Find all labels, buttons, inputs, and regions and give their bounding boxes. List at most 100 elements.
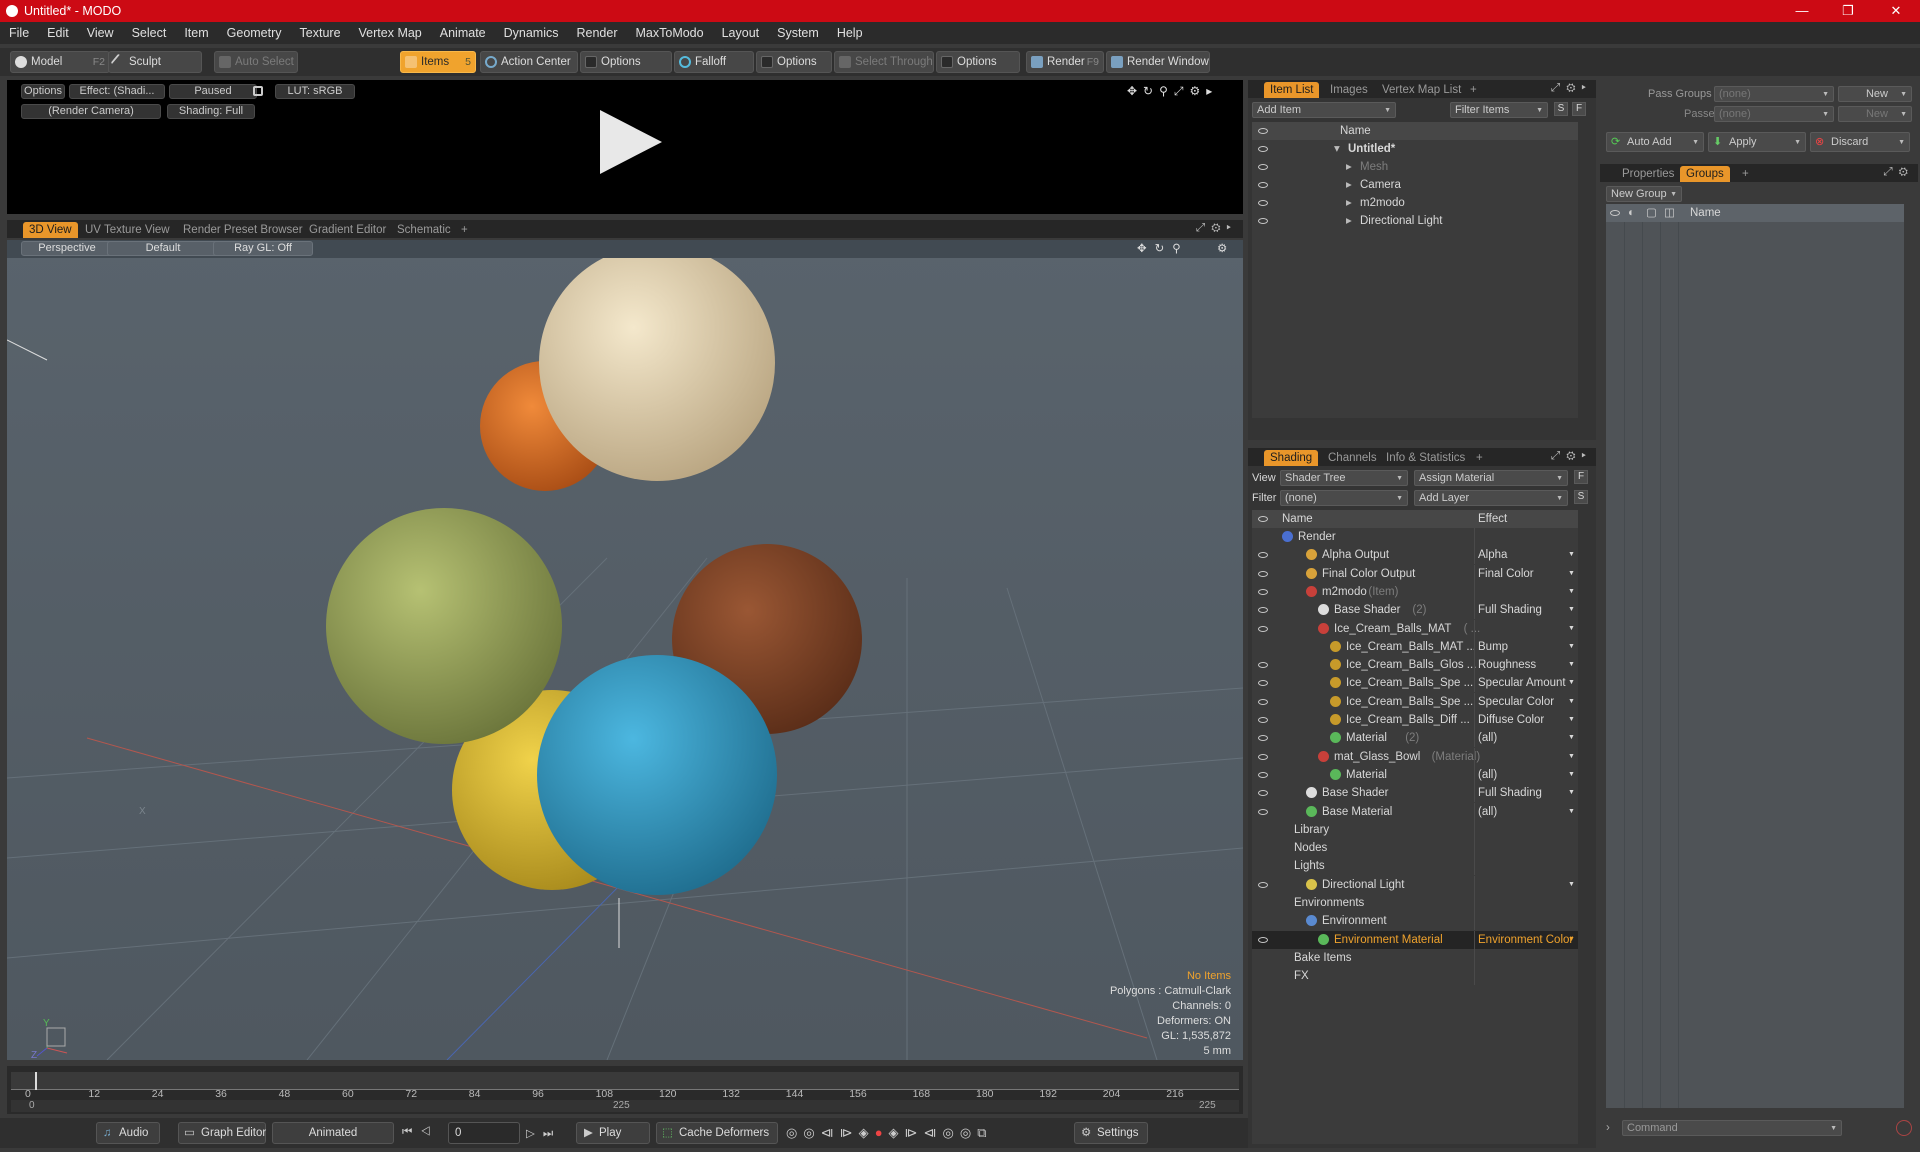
shading-s-button[interactable]: S <box>1574 490 1588 504</box>
close-button[interactable]: ✕ <box>1874 0 1918 22</box>
visibility-eye-icon[interactable] <box>1258 662 1268 669</box>
shader-tree-row[interactable]: Ice_Cream_Balls_Spe ... Specular Color ▼ <box>1252 692 1578 711</box>
tab-properties[interactable]: Properties <box>1616 166 1680 182</box>
shader-tree-row[interactable]: Material (all) ▼ <box>1252 765 1578 784</box>
play-button[interactable]: ▶ Play <box>576 1122 650 1144</box>
shader-effect-value[interactable]: (all) <box>1478 803 1497 821</box>
tab-schematic[interactable]: Schematic <box>391 222 457 238</box>
command-history-icon[interactable] <box>1896 1120 1912 1136</box>
effect-dropdown-arrow-icon[interactable]: ▼ <box>1568 638 1575 656</box>
items-mode-button[interactable]: Items 5 <box>400 51 476 73</box>
shader-tree-row[interactable]: Environment <box>1252 912 1578 931</box>
shader-effect-value[interactable]: Bump <box>1478 638 1508 656</box>
tab-render-preset-browser[interactable]: Render Preset Browser <box>177 222 309 238</box>
shader-effect-value[interactable]: Alpha <box>1478 546 1507 564</box>
viewport-panel-icons[interactable]: ⤢⚙▸ <box>1196 222 1237 235</box>
visibility-eye-icon[interactable] <box>1258 607 1268 614</box>
play-icon[interactable] <box>600 110 662 174</box>
lut-dropdown[interactable]: LUT: sRGB <box>275 84 355 99</box>
visibility-eye-icon[interactable] <box>1258 717 1268 723</box>
default-dropdown[interactable]: Default <box>107 241 219 256</box>
menu-layout[interactable]: Layout <box>713 26 769 40</box>
shader-tree-row[interactable]: Base Shader Full Shading ▼ <box>1252 784 1578 803</box>
action-center-button[interactable]: Action Center <box>480 51 578 73</box>
apply-button[interactable]: ⬇ Apply <box>1708 132 1806 152</box>
render-camera-dropdown[interactable]: (Render Camera) <box>21 104 161 119</box>
effect-dropdown-arrow-icon[interactable]: ▼ <box>1568 674 1575 692</box>
effect-dropdown-arrow-icon[interactable]: ▼ <box>1568 656 1575 674</box>
tab-info-statistics[interactable]: Info & Statistics <box>1380 450 1471 466</box>
minimize-button[interactable]: — <box>1780 0 1824 22</box>
item-list-row[interactable]: ▸ Directional Light <box>1252 212 1578 230</box>
lock-icon[interactable] <box>253 86 263 96</box>
effect-dropdown-arrow-icon[interactable]: ▼ <box>1568 565 1575 583</box>
key-controls-icons[interactable]: ◎◎⧏⧐◈●◈⧐⧏◎◎⧉ <box>786 1125 993 1141</box>
effect-dropdown-arrow-icon[interactable]: ▼ <box>1568 803 1575 821</box>
viewport-settings-icon[interactable]: ⚙ <box>1217 241 1227 255</box>
effect-dropdown-arrow-icon[interactable]: ▼ <box>1568 876 1575 894</box>
tab-item-list[interactable]: Item List <box>1264 82 1320 98</box>
shader-effect-value[interactable]: Full Shading <box>1478 784 1542 802</box>
visibility-eye-icon[interactable] <box>1258 808 1268 815</box>
menu-system[interactable]: System <box>768 26 828 40</box>
shader-effect-value[interactable]: Full Shading <box>1478 601 1542 619</box>
visibility-eye-icon[interactable] <box>1258 680 1268 687</box>
menu-render[interactable]: Render <box>568 26 627 40</box>
assign-material-button[interactable]: Assign Material <box>1414 470 1568 486</box>
tab-shading[interactable]: Shading <box>1264 450 1319 466</box>
visibility-eye-icon[interactable] <box>1258 625 1268 632</box>
options-button-3[interactable]: Options <box>936 51 1020 73</box>
menu-select[interactable]: Select <box>123 26 176 40</box>
visibility-eye-icon[interactable] <box>1258 753 1268 760</box>
transport-next-icons[interactable]: ▷⏭ <box>526 1126 561 1141</box>
item-list-row[interactable]: ▸ Mesh <box>1252 158 1578 176</box>
visibility-eye-icon[interactable] <box>1258 771 1268 778</box>
timeline[interactable]: 0 12 24 36 48 60 72 84 96 108 120 132 144 156 168 180 19… <box>7 1066 1243 1114</box>
shader-tree-row[interactable]: Base Material (all) ▼ <box>1252 802 1578 821</box>
item-list-row[interactable]: ▾ Untitled* <box>1252 140 1578 158</box>
item-list-row[interactable]: ▸ m2modo <box>1252 194 1578 212</box>
menu-dynamics[interactable]: Dynamics <box>495 26 568 40</box>
menu-item[interactable]: Item <box>175 26 217 40</box>
view-dropdown[interactable]: Shader Tree <box>1280 470 1408 486</box>
discard-button[interactable]: ⊗ Discard <box>1810 132 1910 152</box>
visibility-eye-icon[interactable] <box>1258 182 1268 188</box>
pass-groups-dropdown[interactable]: (none) <box>1714 86 1834 102</box>
add-item-dropdown[interactable]: Add Item <box>1252 102 1396 118</box>
preview-nav-icons[interactable]: ✥↻⚲⤢⚙▸ <box>1127 84 1218 99</box>
animated-dropdown[interactable]: Animated <box>272 1122 394 1144</box>
select-through-button[interactable]: Select Through <box>834 51 934 73</box>
effect-dropdown-arrow-icon[interactable]: ▼ <box>1568 931 1575 949</box>
shader-effect-value[interactable]: Final Color <box>1478 565 1534 583</box>
maximize-button[interactable]: ❐ <box>1826 0 1870 22</box>
tab-3d-view[interactable]: 3D View <box>23 222 78 238</box>
audio-button[interactable]: ♫ Audio <box>96 1122 160 1144</box>
add-tab-icon[interactable]: + <box>455 222 474 238</box>
visibility-eye-icon[interactable] <box>1258 200 1268 206</box>
shader-tree-row[interactable]: Environment Material Environment Color ▼ <box>1252 930 1578 949</box>
shader-effect-value[interactable]: Environment Color <box>1478 931 1573 949</box>
new-pass-group-button[interactable]: New <box>1838 86 1912 102</box>
groups-panel-icons[interactable]: ⤢⚙ <box>1883 166 1914 179</box>
effect-dropdown-arrow-icon[interactable]: ▼ <box>1568 601 1575 619</box>
frame-input[interactable]: 0 <box>448 1122 520 1144</box>
visibility-eye-icon[interactable] <box>1258 552 1268 559</box>
scoop-pistachio[interactable] <box>326 508 562 744</box>
tab-uv-texture-view[interactable]: UV Texture View <box>79 222 176 238</box>
shader-tree-row[interactable]: m2modo (Item) ▼ <box>1252 582 1578 601</box>
tree-toggle-icon[interactable]: ▸ <box>1346 194 1352 212</box>
command-expand-icon[interactable]: › <box>1606 1122 1610 1134</box>
visibility-eye-icon[interactable] <box>1258 570 1268 577</box>
shading-panel-icons[interactable]: ⤢⚙▸ <box>1551 450 1592 463</box>
effect-dropdown-arrow-icon[interactable]: ▼ <box>1568 729 1575 747</box>
command-input[interactable]: Command <box>1622 1120 1842 1136</box>
options-button-2[interactable]: Options <box>756 51 832 73</box>
visibility-eye-icon[interactable] <box>1258 881 1268 888</box>
effect-dropdown-arrow-icon[interactable]: ▼ <box>1568 766 1575 784</box>
effect-dropdown-arrow-icon[interactable]: ▼ <box>1568 620 1575 638</box>
effect-dropdown-arrow-icon[interactable]: ▼ <box>1568 583 1575 601</box>
add-tab-icon[interactable]: + <box>1464 82 1483 98</box>
visibility-eye-icon[interactable] <box>1258 936 1268 943</box>
shader-effect-value[interactable]: (all) <box>1478 766 1497 784</box>
tab-channels[interactable]: Channels <box>1322 450 1383 466</box>
